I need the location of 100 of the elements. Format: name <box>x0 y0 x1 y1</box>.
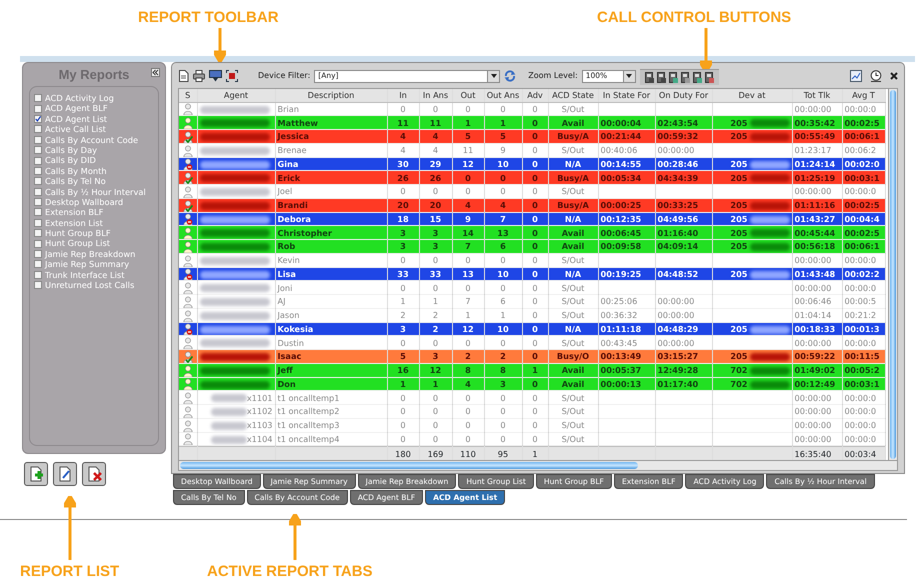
table-row[interactable]: Gina 30 29 12 10 0 N/A 00:14:55 00:28:46 205 01:24:14 00:02:0 <box>179 157 885 171</box>
table-cell: 00:03:1 <box>844 378 880 389</box>
checkbox[interactable] <box>34 166 42 175</box>
clock-icon[interactable] <box>870 70 882 82</box>
monitor-icon[interactable] <box>209 70 222 82</box>
table-cell: 0 <box>432 434 438 444</box>
table-row[interactable]: Brian 0 0 0 0 0 S/Out 00:00:00 00:00:0 <box>179 102 885 116</box>
table-row[interactable]: Jason 2 2 1 1 0 S/Out 00:36:32 00:00:00 01:04:14 00:21:2 <box>179 308 885 322</box>
table-row[interactable]: Joni 0 0 0 0 0 S/Out 00:00:00 00:00:0 <box>179 280 885 294</box>
table-row[interactable]: x1101 t1 oncalltemp1 0 0 0 0 0 S/Out 00:00:00 00:00:0 <box>179 390 885 404</box>
checkbox[interactable] <box>34 156 42 165</box>
checkbox[interactable] <box>34 188 42 196</box>
column-header[interactable]: Tot Tlk <box>792 89 842 102</box>
table-row[interactable]: AJ 1 1 7 6 0 S/Out 00:25:06 00:00:00 00:06:46 00:00:5 <box>179 294 885 308</box>
checkbox[interactable] <box>34 94 42 102</box>
checkbox[interactable] <box>34 177 42 186</box>
table-cell: 0 <box>532 351 538 362</box>
table-cell: 3 <box>400 324 406 334</box>
phone-icon[interactable] <box>645 72 654 83</box>
table-row[interactable]: Jeff 16 12 8 8 1 Avail 00:05:37 12:49:28 702 01:49:02 00:05:2 <box>179 363 885 377</box>
checkbox[interactable] <box>34 218 42 227</box>
checkbox[interactable] <box>34 270 42 279</box>
table-cell: 0 <box>432 282 438 293</box>
checkbox[interactable] <box>34 250 42 258</box>
table-row[interactable]: Lisa 33 33 13 10 0 N/A 00:19:25 04:48:52 205 01:43:48 00:02:2 <box>179 267 885 281</box>
table-cell: 0 <box>532 282 538 293</box>
phone-icon[interactable] <box>693 72 702 83</box>
phone-icon[interactable] <box>657 72 666 83</box>
add-report-button[interactable] <box>24 462 48 486</box>
checkbox[interactable] <box>34 281 42 290</box>
checkbox[interactable] <box>34 136 42 144</box>
column-header[interactable]: Avg T <box>842 89 885 102</box>
delete-report-button[interactable] <box>82 462 106 486</box>
table-row[interactable]: Rob 3 3 7 6 0 Avail 00:09:58 04:09:14 205 00:56:18 00:06:1 <box>179 240 885 254</box>
table-row[interactable]: Don 1 1 4 3 0 Avail 00:00:13 01:17:40 702 00:12:49 00:03:1 <box>179 377 885 391</box>
table-row[interactable]: Jessica 4 4 5 5 0 Busy/A 00:21:44 00:59:32 205 00:55:49 00:06:1 <box>179 130 885 144</box>
table-row[interactable]: Erick 26 26 0 0 0 Busy/A 00:05:34 04:34:39 205 01:25:19 00:03:1 <box>179 170 885 184</box>
phone-icon[interactable] <box>669 72 678 83</box>
table-cell: S/Out <box>562 255 584 266</box>
table-cell: Avail <box>562 378 584 389</box>
document-icon[interactable] <box>178 70 189 82</box>
redacted-bar <box>210 436 247 444</box>
checkbox[interactable] <box>34 125 42 134</box>
column-header[interactable]: Agent <box>197 89 275 102</box>
column-header[interactable]: S <box>179 89 197 102</box>
checkbox[interactable] <box>34 198 42 206</box>
column-header[interactable]: Description <box>275 89 387 102</box>
table-row[interactable]: Kevin 0 0 0 0 0 S/Out 00:00:00 00:00:0 <box>179 253 885 267</box>
table-row[interactable]: Matthew 11 11 1 1 0 Avail 00:00:04 02:43:54 205 00:35:42 00:02:5 <box>179 116 885 130</box>
printer-icon[interactable] <box>193 70 205 82</box>
column-header[interactable]: On Duty For <box>655 89 712 102</box>
table-row[interactable]: Brandi 20 20 4 4 0 Busy/A 00:00:25 00:33:25 205 01:11:16 00:02:5 <box>179 198 885 212</box>
checkbox[interactable] <box>34 104 42 113</box>
column-header[interactable]: Adv <box>522 89 548 102</box>
table-row[interactable]: Joel 0 0 0 0 0 S/Out 00:00:00 00:00:0 <box>179 184 885 198</box>
column-header[interactable]: ACD State <box>548 89 598 102</box>
table-row[interactable]: Kokesia 3 2 12 10 0 N/A 01:11:18 04:48:29 205 00:18:33 00:01:3 <box>179 322 885 336</box>
redacted-bar <box>200 229 270 238</box>
checkbox[interactable] <box>34 208 42 216</box>
column-header[interactable]: Out <box>452 89 484 102</box>
table-row[interactable]: x1102 t1 oncalltemp2 0 0 0 0 0 S/Out 00:00:00 00:00:0 <box>179 404 885 418</box>
table-cell: 7 <box>500 214 506 224</box>
table-row[interactable]: Isaac 5 3 2 2 0 Busy/O 00:13:49 03:15:27 205 00:59:22 00:11:5 <box>179 350 885 364</box>
checkbox[interactable] <box>34 146 42 154</box>
stop-icon[interactable] <box>226 70 238 82</box>
phone-icon[interactable] <box>681 72 690 83</box>
column-header[interactable]: In Ans <box>419 89 452 102</box>
table-row[interactable]: x1104 t1 oncalltemp4 0 0 0 0 0 S/Out 00:00:00 00:00:0 <box>179 432 885 446</box>
table-cell: 18 <box>397 214 409 224</box>
collapse-icon[interactable] <box>151 68 160 77</box>
table-cell: Brandi <box>275 198 387 212</box>
table-cell: 0 <box>532 241 538 252</box>
checkbox[interactable] <box>34 240 42 248</box>
table-cell: 205 <box>730 214 748 224</box>
checkbox[interactable] <box>34 114 42 123</box>
chart-icon[interactable] <box>850 70 862 82</box>
table-cell: 00:00:00 <box>794 338 832 348</box>
table-cell: 0 <box>465 172 471 183</box>
table-row[interactable]: Debora 18 15 9 7 0 N/A 00:12:35 04:49:56 205 01:43:27 00:04:4 <box>179 212 885 226</box>
edit-report-button[interactable] <box>53 462 77 486</box>
refresh-icon[interactable] <box>504 70 516 82</box>
vertical-scrollbar[interactable] <box>889 88 898 461</box>
table-row[interactable]: x1103 t1 oncalltemp3 0 0 0 0 0 S/Out 00:00:00 00:00:0 <box>179 418 885 432</box>
close-icon[interactable] <box>890 72 898 80</box>
table-cell: 0 <box>465 420 471 430</box>
table-row[interactable]: Dustin 0 0 0 0 0 S/Out 00:43:45 00:00:00 00:00:00 00:00:0 <box>179 336 885 350</box>
checkbox[interactable] <box>34 229 42 238</box>
column-header[interactable]: Dev at <box>712 89 792 102</box>
table-cell: 7 <box>465 296 471 306</box>
horizontal-scrollbar[interactable] <box>178 461 898 471</box>
column-header[interactable]: In <box>387 89 419 102</box>
column-header[interactable]: Out Ans <box>484 89 522 102</box>
checkbox[interactable] <box>34 260 42 268</box>
arrow <box>214 28 226 62</box>
column-header[interactable]: In State For <box>598 89 655 102</box>
table-cell: 13 <box>497 228 509 238</box>
table-row[interactable]: Brenae 4 4 11 9 0 S/Out 00:40:06 00:00:00 01:23:17 00:06:2 <box>179 143 885 157</box>
table-row[interactable]: Christopher 3 3 14 13 0 Avail 00:06:45 01:16:40 205 00:45:44 00:02:5 <box>179 226 885 240</box>
phone-icon[interactable] <box>705 72 714 83</box>
table-cell: 00:02:5 <box>844 200 880 210</box>
